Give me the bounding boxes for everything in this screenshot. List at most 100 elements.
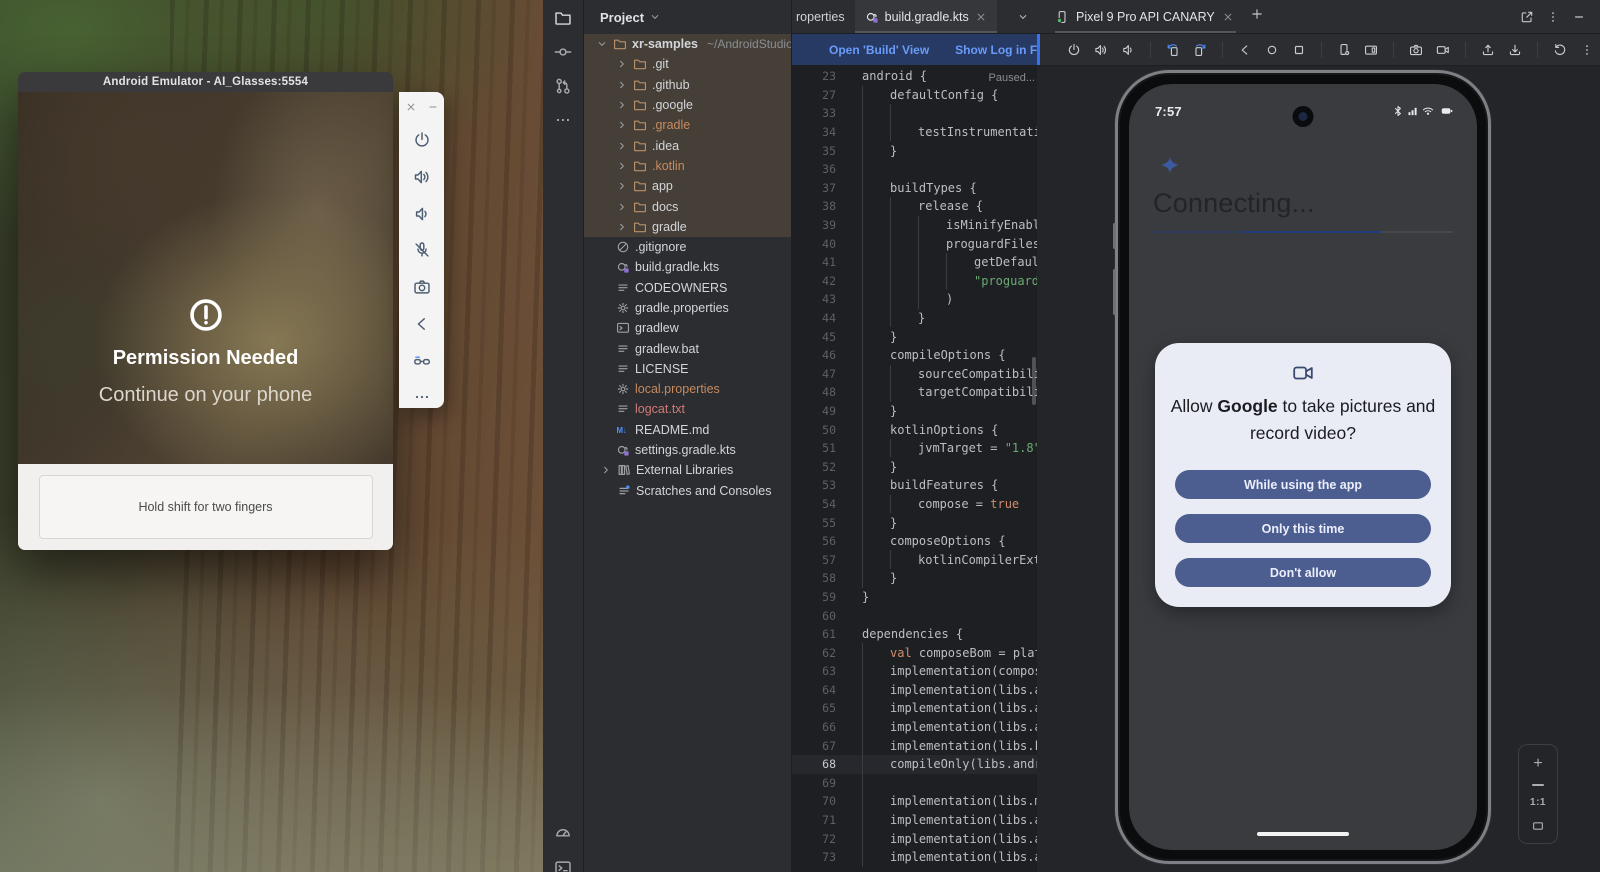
code-line-57[interactable]: 57kotlinCompilerExtens	[792, 550, 1037, 569]
code-line-71[interactable]: 71implementation(libs.andr	[792, 811, 1037, 830]
code-line-60[interactable]: 60	[792, 606, 1037, 625]
tree-item-app[interactable]: app	[584, 176, 791, 196]
code-editor[interactable]: Paused... 23android {27defaultConfig {33…	[792, 65, 1037, 872]
code-line-38[interactable]: 38release {	[792, 197, 1037, 216]
tree-item-google[interactable]: .google	[584, 95, 791, 115]
line-number[interactable]: 57	[792, 553, 836, 567]
device-settings-button[interactable]	[1337, 43, 1351, 57]
code-line-33[interactable]: 33	[792, 104, 1037, 123]
line-number[interactable]: 73	[792, 850, 836, 864]
device-tab-pixel-9-pro[interactable]: Pixel 9 Pro API CANARY	[1055, 0, 1236, 33]
zoom-actual-size-button[interactable]: 1:1	[1530, 797, 1546, 808]
line-number[interactable]: 44	[792, 311, 836, 325]
code-line-48[interactable]: 48targetCompatibility	[792, 383, 1037, 402]
code-line-65[interactable]: 65implementation(libs.andr	[792, 699, 1037, 718]
line-number[interactable]: 52	[792, 460, 836, 474]
more-v-button[interactable]	[1546, 10, 1560, 24]
code-line-68[interactable]: 68compileOnly(libs.android	[792, 755, 1037, 774]
show-log-in-finder-link[interactable]: Show Log in Finder	[955, 43, 1037, 57]
code-line-63[interactable]: 63implementation(composeBo	[792, 662, 1037, 681]
reset-button[interactable]	[1553, 43, 1567, 57]
code-line-35[interactable]: 35}	[792, 141, 1037, 160]
code-line-55[interactable]: 55}	[792, 513, 1037, 532]
code-line-64[interactable]: 64implementation(libs.andr	[792, 681, 1037, 700]
code-line-49[interactable]: 49}	[792, 402, 1037, 421]
line-number[interactable]: 53	[792, 478, 836, 492]
line-number[interactable]: 56	[792, 534, 836, 548]
tree-item-scratches-and-consoles[interactable]: Scratches and Consoles	[584, 481, 791, 501]
code-line-44[interactable]: 44}	[792, 309, 1037, 328]
back-button[interactable]	[1238, 43, 1252, 57]
line-number[interactable]: 47	[792, 367, 836, 381]
line-number[interactable]: 59	[792, 590, 836, 604]
tree-item-build-gradle-kts[interactable]: build.gradle.kts	[584, 257, 791, 277]
tree-item-license[interactable]: LICENSE	[584, 359, 791, 379]
minus-button[interactable]	[1572, 10, 1586, 24]
emulator-screen[interactable]: Permission Needed Continue on your phone	[18, 92, 393, 464]
close-button[interactable]	[404, 100, 418, 114]
line-number[interactable]: 62	[792, 646, 836, 660]
more-h-button[interactable]	[411, 387, 433, 408]
tool-strip-terminal-button[interactable]	[549, 854, 577, 872]
line-number[interactable]: 60	[792, 609, 836, 623]
open-build-view-link[interactable]: Open 'Build' View	[829, 43, 929, 57]
tree-item-codeowners[interactable]: CODEOWNERS	[584, 278, 791, 298]
code-line-41[interactable]: 41getDefaultPr	[792, 253, 1037, 272]
code-line-37[interactable]: 37buildTypes {	[792, 179, 1037, 198]
line-number[interactable]: 41	[792, 255, 836, 269]
line-number[interactable]: 58	[792, 571, 836, 585]
code-line-46[interactable]: 46compileOptions {	[792, 346, 1037, 365]
tool-strip-folder-button[interactable]	[549, 4, 577, 32]
code-line-72[interactable]: 72implementation(libs.andr	[792, 829, 1037, 848]
line-number[interactable]: 48	[792, 385, 836, 399]
code-line-67[interactable]: 67implementation(libs.kotl	[792, 736, 1037, 755]
snapshot-button[interactable]	[1364, 43, 1378, 57]
line-number[interactable]: 27	[792, 88, 836, 102]
tree-item-logcat-txt[interactable]: logcat.txt	[584, 399, 791, 419]
line-number[interactable]: 51	[792, 441, 836, 455]
tree-item-readme-md[interactable]: M↓README.md	[584, 420, 791, 440]
line-number[interactable]: 34	[792, 125, 836, 139]
line-number[interactable]: 61	[792, 627, 836, 641]
code-line-43[interactable]: 43)	[792, 290, 1037, 309]
tree-item-gradle-properties[interactable]: gradle.properties	[584, 298, 791, 318]
code-line-58[interactable]: 58}	[792, 569, 1037, 588]
vol-down-button[interactable]	[1121, 43, 1135, 57]
tool-strip-pull-requests-button[interactable]	[549, 72, 577, 100]
tree-item-gradlew-bat[interactable]: gradlew.bat	[584, 338, 791, 358]
line-number[interactable]: 72	[792, 832, 836, 846]
tree-item-github[interactable]: .github	[584, 75, 791, 95]
back-button[interactable]	[411, 313, 433, 334]
line-number[interactable]: 42	[792, 274, 836, 288]
tree-item-gradle[interactable]: .gradle	[584, 115, 791, 135]
line-number[interactable]: 63	[792, 664, 836, 678]
minus-button[interactable]	[426, 100, 440, 114]
code-line-47[interactable]: 47sourceCompatibility	[792, 365, 1037, 384]
vol-up-button[interactable]	[1094, 43, 1108, 57]
home-button[interactable]	[1265, 43, 1279, 57]
line-number[interactable]: 46	[792, 348, 836, 362]
code-line-59[interactable]: 59}	[792, 588, 1037, 607]
line-number[interactable]: 67	[792, 739, 836, 753]
line-number[interactable]: 70	[792, 794, 836, 808]
tree-item-settings-gradle-kts[interactable]: settings.gradle.kts	[584, 440, 791, 460]
tree-item-git[interactable]: .git	[584, 54, 791, 74]
line-number[interactable]: 43	[792, 292, 836, 306]
line-number[interactable]: 64	[792, 683, 836, 697]
zoom-out-button[interactable]	[1532, 784, 1544, 786]
code-line-45[interactable]: 45}	[792, 327, 1037, 346]
line-number[interactable]: 39	[792, 218, 836, 232]
phone-screen[interactable]: 7:57 Connecting... Allow Google to take …	[1129, 84, 1477, 850]
code-line-50[interactable]: 50kotlinOptions {	[792, 420, 1037, 439]
project-panel-header[interactable]: Project	[584, 0, 791, 34]
rotate-left-button[interactable]	[1166, 43, 1180, 57]
overview-button[interactable]	[1292, 43, 1306, 57]
line-number[interactable]: 23	[792, 69, 836, 83]
tree-item-local-properties[interactable]: local.properties	[584, 379, 791, 399]
line-number[interactable]: 65	[792, 701, 836, 715]
close-icon[interactable]	[1222, 11, 1234, 23]
line-number[interactable]: 71	[792, 813, 836, 827]
rotate-right-button[interactable]	[1193, 43, 1207, 57]
line-number[interactable]: 68	[792, 757, 836, 771]
dont-allow-button[interactable]: Don't allow	[1175, 558, 1431, 587]
